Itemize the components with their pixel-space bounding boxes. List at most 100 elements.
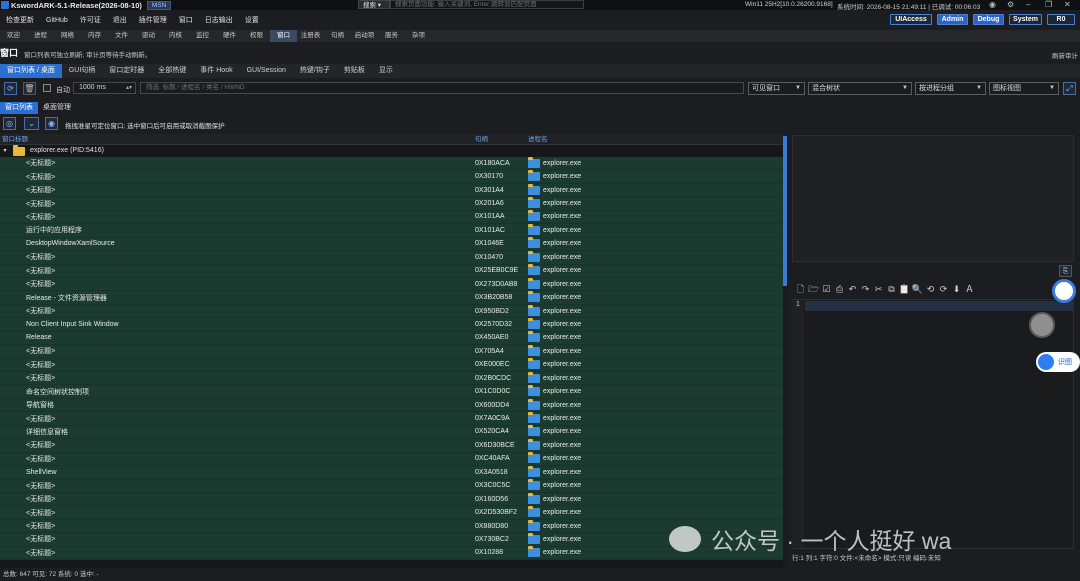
table-row[interactable]: <无标题> 0X6D30BCE explorer.exe (0, 438, 783, 453)
tab-service[interactable]: 服务 (378, 30, 405, 42)
subtab-clipboard[interactable]: 剪贴板 (337, 64, 372, 78)
tab-startup[interactable]: 启动项 (351, 30, 378, 42)
table-row[interactable]: <无标题> 0X180ACA explorer.exe (0, 156, 783, 171)
menu-github[interactable]: GitHub (40, 17, 74, 24)
subtab-display[interactable]: 显示 (372, 64, 400, 78)
subtab-hotkey-hook[interactable]: 热键/钩子 (293, 64, 337, 78)
copy-icon[interactable]: ⧉ (885, 283, 898, 296)
menu-window[interactable]: 窗口 (173, 15, 199, 25)
expand-arrow-icon[interactable]: ▾ (0, 145, 10, 157)
copy-icon[interactable]: ⎘ (1059, 265, 1072, 277)
grouping-select[interactable]: 按进程分组 ▼ (915, 82, 986, 95)
table-row[interactable]: <无标题> 0X10288 explorer.exe (0, 546, 783, 561)
table-row[interactable]: 详细信息窗格 0X520CA4 explorer.exe (0, 425, 783, 440)
msn-badge[interactable]: MSN (146, 0, 172, 10)
tab-handle[interactable]: 句柄 (324, 30, 351, 42)
tab-process[interactable]: 进程 (27, 30, 54, 42)
menu-exit[interactable]: 退出 (107, 15, 133, 25)
tree-mode-select[interactable]: 混合树状 ▼ (808, 82, 912, 95)
redo-icon[interactable]: ↷ (859, 283, 872, 296)
tool-widget-icon[interactable] (1029, 312, 1055, 338)
table-row[interactable]: <无标题> 0X160D56 explorer.exe (0, 492, 783, 507)
table-row[interactable]: <无标题> 0X3C0C5C explorer.exe (0, 479, 783, 493)
table-row[interactable]: Release 0X450AE0 explorer.exe (0, 331, 783, 346)
table-row[interactable]: DesktopWindowXamlSource 0X1046E explorer.e… (0, 237, 783, 252)
fullscreen-icon[interactable]: ⤢ (1063, 82, 1076, 95)
auto-refresh-checkbox[interactable] (43, 84, 51, 92)
spin-arrows-icon[interactable]: ▴▾ (126, 83, 132, 93)
image-recognition-button[interactable]: 识图 (1036, 352, 1080, 372)
scrollbar-thumb[interactable] (783, 136, 787, 286)
table-row[interactable]: <无标题> 0X25EB0C9E explorer.exe (0, 264, 783, 278)
debug-badge[interactable]: Debug (973, 14, 1004, 25)
menu-log-output[interactable]: 日志输出 (199, 15, 239, 25)
menu-license[interactable]: 许可证 (74, 15, 107, 25)
table-row[interactable]: <无标题> 0X880D80 explorer.exe (0, 519, 783, 534)
collapse-icon[interactable]: ⌄ (24, 117, 39, 130)
settings-icon[interactable]: ⚙ (1007, 0, 1014, 9)
tab-network[interactable]: 网络 (54, 30, 81, 42)
restore-icon[interactable]: ❐ (1045, 0, 1052, 9)
tab-monitor[interactable]: 监控 (189, 30, 216, 42)
tab-registry[interactable]: 注册表 (297, 30, 324, 42)
view-select[interactable]: 图标视图 ▼ (989, 82, 1059, 95)
save-icon[interactable]: ☑ (820, 283, 833, 296)
tab-window-list[interactable]: 窗口列表 (0, 102, 38, 114)
tab-desktop-manage[interactable]: 桌面管理 (38, 102, 76, 114)
cut-icon[interactable]: ✂ (872, 283, 885, 296)
eye-icon[interactable]: ◉ (989, 0, 996, 9)
tab-hardware[interactable]: 硬件 (216, 30, 243, 42)
minimize-icon[interactable]: – (1026, 0, 1030, 9)
process-node[interactable]: ▾ explorer.exe (PID:5416) (0, 144, 783, 157)
table-row[interactable]: Release - 文件资源管理器 0X3B20B58 explorer.exe (0, 291, 783, 305)
find-icon[interactable]: 🔍 (911, 283, 924, 296)
tab-kernel[interactable]: 内核 (162, 30, 189, 42)
table-row[interactable]: ShellView 0X3A0518 explorer.exe (0, 465, 783, 480)
interval-spinbox[interactable]: 1000 ms ▴▾ (73, 82, 136, 94)
menu-check-update[interactable]: 检查更新 (0, 15, 40, 25)
replace-icon[interactable]: ⟲ (924, 283, 937, 296)
crosshair-icon[interactable]: ◎ (3, 117, 16, 130)
table-row[interactable]: <无标题> 0X950BD2 explorer.exe (0, 304, 783, 319)
table-row[interactable]: <无标题> 0X10470 explorer.exe (0, 250, 783, 265)
global-search-input[interactable]: 搜索页面功能: 输入关键词, Enter 跳转到匹配页面 (390, 0, 584, 9)
refresh-audit-button[interactable]: 刷新审计 (1052, 50, 1078, 60)
admin-badge[interactable]: Admin (937, 14, 968, 25)
menu-plugins[interactable]: 插件管理 (133, 15, 173, 25)
tab-memory[interactable]: 内存 (81, 30, 108, 42)
open-folder-icon[interactable]: 🗁 (807, 283, 820, 296)
paste-icon[interactable]: 📋 (898, 283, 911, 296)
table-row[interactable]: 导航窗格 0X600DD4 explorer.exe (0, 398, 783, 413)
tab-window[interactable]: 窗口 (270, 30, 297, 42)
tab-privilege[interactable]: 权限 (243, 30, 270, 42)
refresh-icon[interactable]: ⟳ (937, 283, 950, 296)
r0-badge[interactable]: R0 (1047, 14, 1075, 25)
table-row[interactable]: <无标题> 0X101AA explorer.exe (0, 210, 783, 225)
table-row[interactable]: <无标题> 0X705A4 explorer.exe (0, 344, 783, 359)
tab-welcome[interactable]: 欢迎 (0, 30, 27, 42)
new-file-icon[interactable]: 🗋 (794, 283, 807, 296)
assistant-bubble-icon[interactable] (1052, 279, 1076, 303)
table-row[interactable]: <无标题> 0XC40AFA explorer.exe (0, 452, 783, 467)
subtab-window-list[interactable]: 窗口列表 / 桌面 (0, 64, 62, 78)
download-icon[interactable]: ⬇ (950, 283, 963, 296)
undo-icon[interactable]: ↶ (846, 283, 859, 296)
table-row[interactable]: <无标题> 0X301A4 explorer.exe (0, 183, 783, 198)
table-row[interactable]: <无标题> 0X2B0CDC explorer.exe (0, 371, 783, 386)
tab-misc[interactable]: 杂项 (405, 30, 432, 42)
table-row[interactable]: <无标题> 0X30170 explorer.exe (0, 170, 783, 184)
text-editor[interactable] (792, 299, 1074, 549)
uiaccess-badge[interactable]: UIAccess (890, 14, 932, 25)
refresh-icon[interactable]: ⟳ (4, 82, 17, 95)
col-handle[interactable]: 句柄 (473, 134, 528, 144)
save-as-icon[interactable]: ⎙ (833, 283, 846, 296)
system-badge[interactable]: System (1009, 14, 1042, 25)
tab-driver[interactable]: 驱动 (135, 30, 162, 42)
subtab-gui-session[interactable]: GUI/Session (240, 64, 293, 78)
table-row[interactable]: <无标题> 0X201A6 explorer.exe (0, 197, 783, 211)
table-row[interactable]: <无标题> 0X7A0C9A explorer.exe (0, 412, 783, 426)
search-scope-select[interactable]: 搜索 ▾ (358, 0, 390, 9)
subtab-window-timer[interactable]: 窗口定时器 (102, 64, 151, 78)
col-window-title[interactable]: 窗口标题 (0, 134, 473, 144)
subtab-hotkeys[interactable]: 全部热键 (151, 64, 193, 78)
